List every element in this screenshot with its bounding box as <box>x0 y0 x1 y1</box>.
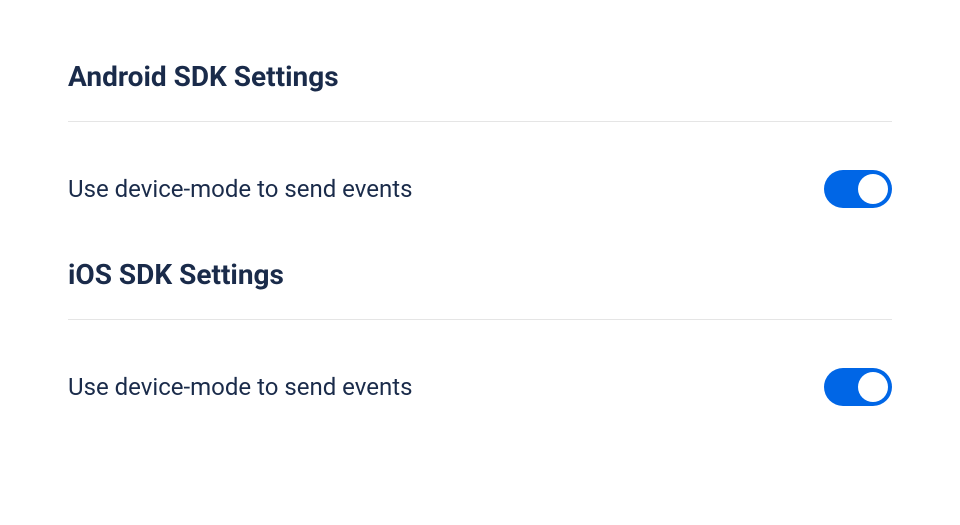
ios-sdk-section: iOS SDK Settings Use device-mode to send… <box>68 258 892 406</box>
android-device-mode-label: Use device-mode to send events <box>68 175 412 203</box>
ios-section-title: iOS SDK Settings <box>68 258 892 291</box>
toggle-knob <box>858 372 888 402</box>
divider <box>68 121 892 122</box>
android-section-title: Android SDK Settings <box>68 60 892 93</box>
toggle-knob <box>858 174 888 204</box>
android-sdk-section: Android SDK Settings Use device-mode to … <box>68 60 892 208</box>
ios-device-mode-label: Use device-mode to send events <box>68 373 412 401</box>
ios-device-mode-toggle[interactable] <box>824 368 892 406</box>
android-setting-row: Use device-mode to send events <box>68 170 892 208</box>
ios-setting-row: Use device-mode to send events <box>68 368 892 406</box>
android-device-mode-toggle[interactable] <box>824 170 892 208</box>
divider <box>68 319 892 320</box>
